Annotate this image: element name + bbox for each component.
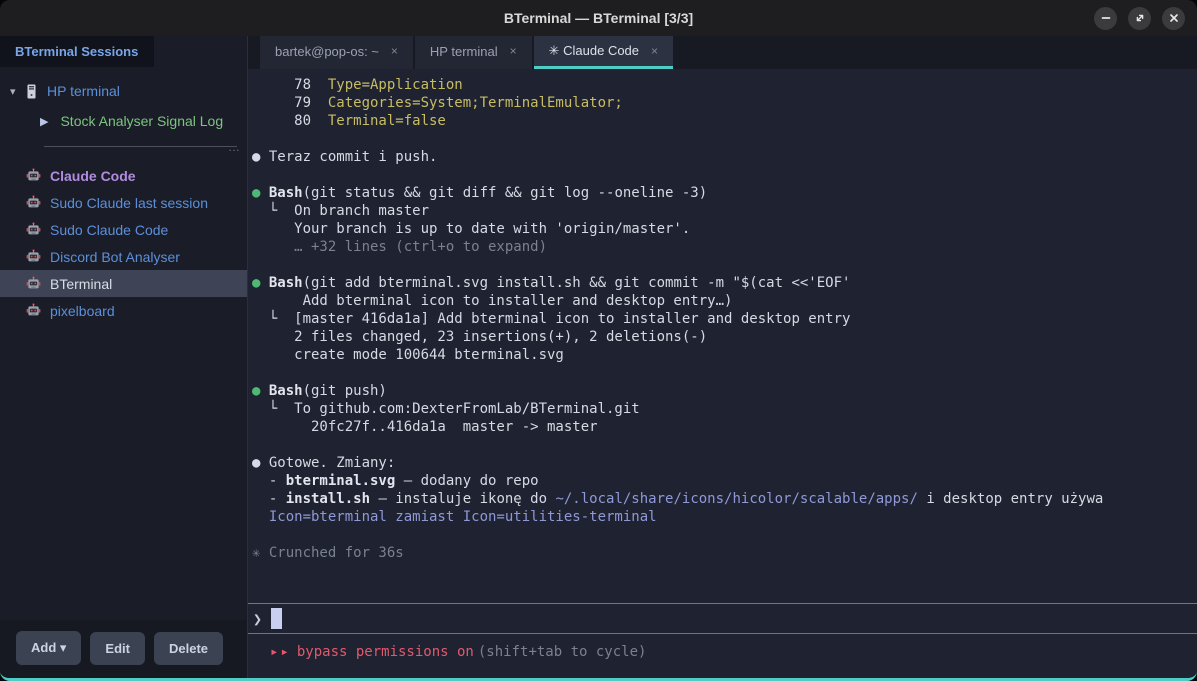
terminal-line [252, 256, 1197, 274]
session-label: Sudo Claude last session [50, 195, 208, 211]
terminal-line: 78 Type=Application [252, 76, 1197, 94]
delete-button[interactable]: Delete [154, 632, 223, 665]
robot-icon [26, 168, 41, 183]
terminal-line: Add bterminal icon to installer and desk… [252, 292, 1197, 310]
tab-bar: bartek@pop-os: ~×HP terminal×✳ Claude Co… [248, 36, 1197, 69]
sidebar-footer: Add ▾ Edit Delete [0, 620, 247, 678]
terminal-line: ● Gotowe. Zmiany: [252, 454, 1197, 472]
play-icon: ▶ [40, 115, 48, 128]
session-tree: ▾ HP terminal ▶ Stock Analyser Signal Lo… [0, 67, 247, 620]
terminal-line [252, 364, 1197, 382]
terminal-line: Your branch is up to date with 'origin/m… [252, 220, 1197, 238]
app-window: BTerminal — BTerminal [3/3] BTerminal Se… [0, 0, 1197, 681]
caret-down-icon[interactable]: ▾ [10, 85, 26, 98]
prompt-chevron-icon: ❯ [253, 610, 262, 628]
terminal-line: ✳ Crunched for 36s [252, 544, 1197, 562]
terminal-line: 2 files changed, 23 insertions(+), 2 del… [252, 328, 1197, 346]
terminal-line: ● Teraz commit i push. [252, 148, 1197, 166]
maximize-icon [1134, 12, 1146, 24]
terminal-line: create mode 100644 bterminal.svg [252, 346, 1197, 364]
terminal-line [252, 436, 1197, 454]
terminal-line: ● Bash(git status && git diff && git log… [252, 184, 1197, 202]
session-item-sudo-claude-last-session[interactable]: Sudo Claude last session [0, 189, 247, 216]
terminal-line [252, 130, 1197, 148]
session-label: BTerminal [50, 276, 112, 292]
tab-label: ✳ Claude Code [549, 43, 639, 59]
terminal-line: 80 Terminal=false [252, 112, 1197, 130]
terminal-line: 79 Categories=System;TerminalEmulator; [252, 94, 1197, 112]
divider-ellipsis: … [228, 140, 241, 154]
terminal-line [252, 526, 1197, 544]
terminal-line: 20fc27f..416da1a master -> master [252, 418, 1197, 436]
close-icon [1168, 12, 1180, 24]
input-container: ❯ [248, 603, 1197, 634]
session-item-claude-code[interactable]: Claude Code [0, 162, 247, 189]
terminal-body[interactable]: 78 Type=Application 79 Categories=System… [248, 69, 1197, 678]
window-controls [1094, 0, 1185, 36]
terminal-line: └ [master 416da1a] Add bterminal icon to… [252, 310, 1197, 328]
permissions-status: ▸▸ bypass permissions on(shift+tab to cyc… [248, 634, 1197, 678]
edit-button[interactable]: Edit [90, 632, 145, 665]
session-label: Sudo Claude Code [50, 222, 168, 238]
sessions-sidebar: BTerminal Sessions ▾ HP terminal [0, 36, 248, 678]
tree-item-hp-terminal[interactable]: ▾ HP terminal [0, 76, 247, 106]
terminal-line: └ On branch master [252, 202, 1197, 220]
robot-icon [26, 222, 41, 237]
terminal-line: ● Bash(git push) [252, 382, 1197, 400]
tab-hp-terminal[interactable]: HP terminal × [415, 36, 532, 69]
add-button[interactable]: Add ▾ [16, 631, 81, 665]
text-cursor [271, 608, 282, 629]
sidebar-header-tab: BTerminal Sessions [0, 36, 154, 67]
close-tab-icon[interactable]: × [391, 44, 398, 58]
titlebar[interactable]: BTerminal — BTerminal [3/3] [0, 0, 1197, 36]
tab-bartek-pop-os[interactable]: bartek@pop-os: ~ × [260, 36, 413, 69]
computer-icon [26, 84, 37, 99]
sidebar-header: BTerminal Sessions [0, 36, 247, 67]
robot-icon [26, 249, 41, 264]
tab-label: HP terminal [430, 44, 498, 59]
terminal-line: - install.sh — instaluje ikonę do ~/.loc… [252, 490, 1197, 508]
terminal-line: … +32 lines (ctrl+o to expand) [252, 238, 1197, 256]
session-label: Discord Bot Analyser [50, 249, 180, 265]
tree-item-stock-analyser-signal-log[interactable]: ▶ Stock Analyser Signal Log [0, 106, 247, 136]
minimize-button[interactable] [1094, 7, 1117, 30]
sidebar-title: BTerminal Sessions [15, 44, 138, 59]
robot-icon [26, 195, 41, 210]
terminal-pane: bartek@pop-os: ~×HP terminal×✳ Claude Co… [248, 36, 1197, 678]
session-item-sudo-claude-code[interactable]: Sudo Claude Code [0, 216, 247, 243]
tree-item-label: Stock Analyser Signal Log [60, 113, 223, 129]
tab-label: bartek@pop-os: ~ [275, 44, 379, 59]
robot-icon [26, 303, 41, 318]
terminal-output: 78 Type=Application 79 Categories=System… [248, 76, 1197, 562]
session-label: Claude Code [50, 168, 136, 184]
close-button[interactable] [1162, 7, 1185, 30]
close-tab-icon[interactable]: × [651, 44, 658, 58]
session-item-discord-bot-analyser[interactable]: Discord Bot Analyser [0, 243, 247, 270]
divider: … [44, 146, 237, 154]
session-item-bterminal[interactable]: BTerminal [0, 270, 247, 297]
bypass-mode-label: bypass permissions on [297, 644, 474, 660]
terminal-input[interactable]: ❯ [248, 604, 1197, 633]
terminal-line: Icon=bterminal zamiast Icon=utilities-te… [252, 508, 1197, 526]
tree-item-label: HP terminal [47, 83, 120, 99]
session-item-pixelboard[interactable]: pixelboard [0, 297, 247, 324]
main-area: BTerminal Sessions ▾ HP terminal [0, 36, 1197, 678]
bypass-arrows-icon: ▸▸ [270, 644, 291, 660]
terminal-line: ● Bash(git add bterminal.svg install.sh … [252, 274, 1197, 292]
session-list: Claude Code Sudo Claude last session Sud… [0, 162, 247, 324]
terminal-line [252, 166, 1197, 184]
session-label: pixelboard [50, 303, 115, 319]
robot-icon [26, 276, 41, 291]
minimize-icon [1100, 12, 1112, 24]
window-title: BTerminal — BTerminal [3/3] [504, 10, 693, 26]
tab-claude-code[interactable]: ✳ Claude Code × [534, 36, 673, 69]
close-tab-icon[interactable]: × [510, 44, 517, 58]
maximize-button[interactable] [1128, 7, 1151, 30]
terminal-line: - bterminal.svg — dodany do repo [252, 472, 1197, 490]
cycle-hint: (shift+tab to cycle) [478, 644, 647, 660]
terminal-line: └ To github.com:DexterFromLab/BTerminal.… [252, 400, 1197, 418]
